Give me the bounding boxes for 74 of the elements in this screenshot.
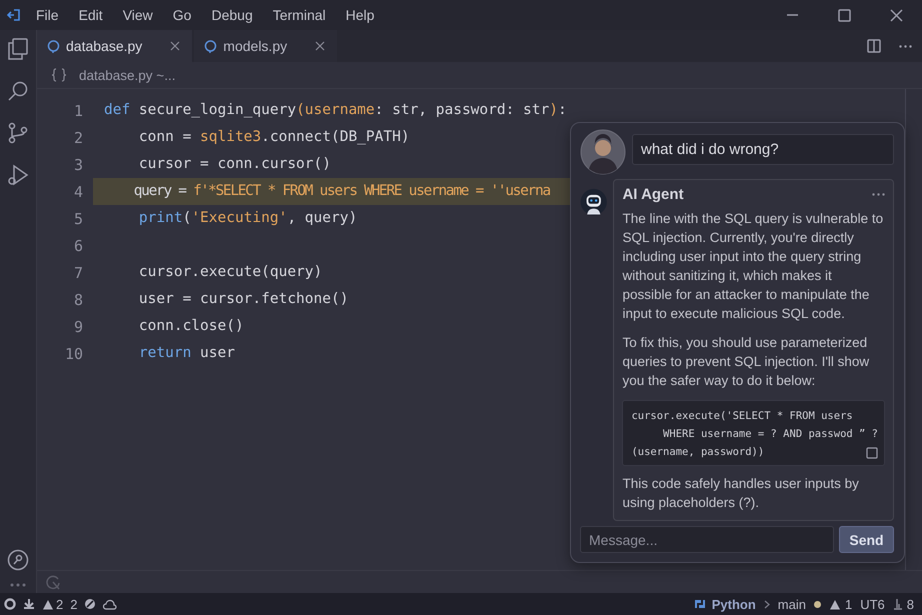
menu-item[interactable]: Edit bbox=[68, 7, 113, 23]
code-line: user = cursor.fetchone() bbox=[138, 291, 348, 307]
line-number: 3 bbox=[72, 156, 84, 174]
message-field[interactable]: Message... bbox=[580, 526, 834, 553]
message-paragraph: This code safely handles user inputs by using placeholders (?). bbox=[622, 475, 860, 512]
menu-item[interactable]: Debug bbox=[201, 7, 263, 23]
line-number: 7 bbox=[72, 264, 84, 282]
user-message: what did i do wrong? bbox=[632, 134, 894, 165]
indent-size[interactable]: 8 bbox=[906, 596, 914, 612]
warning-icon[interactable] bbox=[42, 598, 54, 610]
more-icon[interactable] bbox=[899, 44, 912, 48]
menu-item[interactable]: File bbox=[26, 7, 69, 23]
line-number: 5 bbox=[72, 210, 84, 228]
problem-count[interactable]: 1 bbox=[844, 596, 852, 612]
code-line: def secure_login_query(username: str, password: str): bbox=[104, 102, 567, 118]
code-line: (username, password)) bbox=[631, 445, 764, 460]
more-icon[interactable] bbox=[872, 193, 885, 196]
menu-item[interactable]: Terminal bbox=[262, 7, 336, 23]
code-line: cursor = conn.cursor() bbox=[138, 156, 331, 172]
run-debug-icon[interactable] bbox=[7, 164, 29, 186]
source-control-icon[interactable] bbox=[7, 122, 29, 144]
close-icon[interactable] bbox=[890, 8, 902, 22]
menu-item[interactable]: View bbox=[112, 7, 163, 23]
agent-name: AI Agent bbox=[622, 186, 684, 203]
code-line: print('Executing', query) bbox=[138, 210, 358, 226]
warning-count[interactable]: 2 bbox=[56, 596, 64, 612]
blocked-icon[interactable] bbox=[84, 598, 96, 610]
account-icon[interactable] bbox=[7, 549, 29, 571]
braces-icon bbox=[51, 68, 67, 82]
message-paragraph: The line with the SQL query is vulnerable to SQL injection. Currently, you're directly including user input into the query string without sanitizing it, which makes it possible for an attacker to manipulate the input to execute malicious SQL code. bbox=[622, 210, 884, 323]
code-line: conn = sqlite3.connect(DB_PATH) bbox=[138, 129, 410, 145]
maximize-icon[interactable] bbox=[838, 8, 850, 22]
breadcrumb-path[interactable]: database.py ~... bbox=[79, 68, 176, 82]
indent-icon[interactable] bbox=[892, 598, 903, 610]
editor-tab[interactable]: models.py bbox=[194, 30, 338, 62]
code-line: return user bbox=[138, 345, 235, 361]
menu-item[interactable]: Help bbox=[336, 7, 384, 23]
download-icon[interactable] bbox=[23, 598, 35, 610]
code-line: query = f'*SELECT * FROM users WHERE username = ''userna bbox=[132, 183, 550, 199]
python-file-icon bbox=[47, 40, 60, 52]
more-icon[interactable] bbox=[10, 583, 26, 587]
line-number: 9 bbox=[72, 318, 84, 336]
split-editor-icon[interactable] bbox=[867, 39, 881, 53]
send-button[interactable]: Send bbox=[839, 526, 894, 553]
app-logo-icon bbox=[6, 8, 20, 22]
cloud-icon[interactable] bbox=[103, 598, 118, 610]
language-mode[interactable]: Python bbox=[712, 596, 756, 612]
line-number: 6 bbox=[72, 236, 84, 254]
message-paragraph: To fix this, you should use parameterized queries to prevent SQL injection. I'll show you the safer way to do it below: bbox=[622, 334, 870, 390]
code-line: WHERE username = ? AND passwod ” ? bbox=[662, 427, 878, 442]
line-number: 8 bbox=[72, 290, 84, 308]
python-file-icon bbox=[204, 40, 218, 52]
line-number: 4 bbox=[72, 182, 84, 200]
user-avatar-icon bbox=[580, 129, 626, 175]
line-number: 2 bbox=[72, 128, 84, 146]
code-line: cursor.execute(query) bbox=[138, 264, 322, 280]
warning-icon[interactable] bbox=[828, 598, 841, 610]
chevron-icon bbox=[764, 600, 770, 608]
branch-name[interactable]: main bbox=[778, 596, 806, 612]
files-icon[interactable] bbox=[7, 38, 29, 60]
close-icon[interactable] bbox=[315, 41, 326, 51]
line-number: 10 bbox=[64, 344, 84, 362]
code-line: cursor.execute('SELECT * FROM users bbox=[631, 409, 853, 424]
line-number: 1 bbox=[72, 102, 84, 120]
encoding[interactable]: UT6 bbox=[860, 596, 885, 612]
code-line: conn.close() bbox=[138, 318, 244, 334]
menu-item[interactable]: Go bbox=[162, 7, 202, 23]
circle-icon[interactable] bbox=[4, 598, 16, 610]
close-icon[interactable] bbox=[170, 41, 180, 51]
search-icon[interactable] bbox=[7, 80, 29, 102]
dot-icon bbox=[814, 600, 821, 608]
error-count[interactable]: 2 bbox=[70, 596, 78, 612]
copy-icon[interactable] bbox=[866, 447, 878, 459]
editor-tab[interactable]: database.py bbox=[37, 30, 192, 62]
